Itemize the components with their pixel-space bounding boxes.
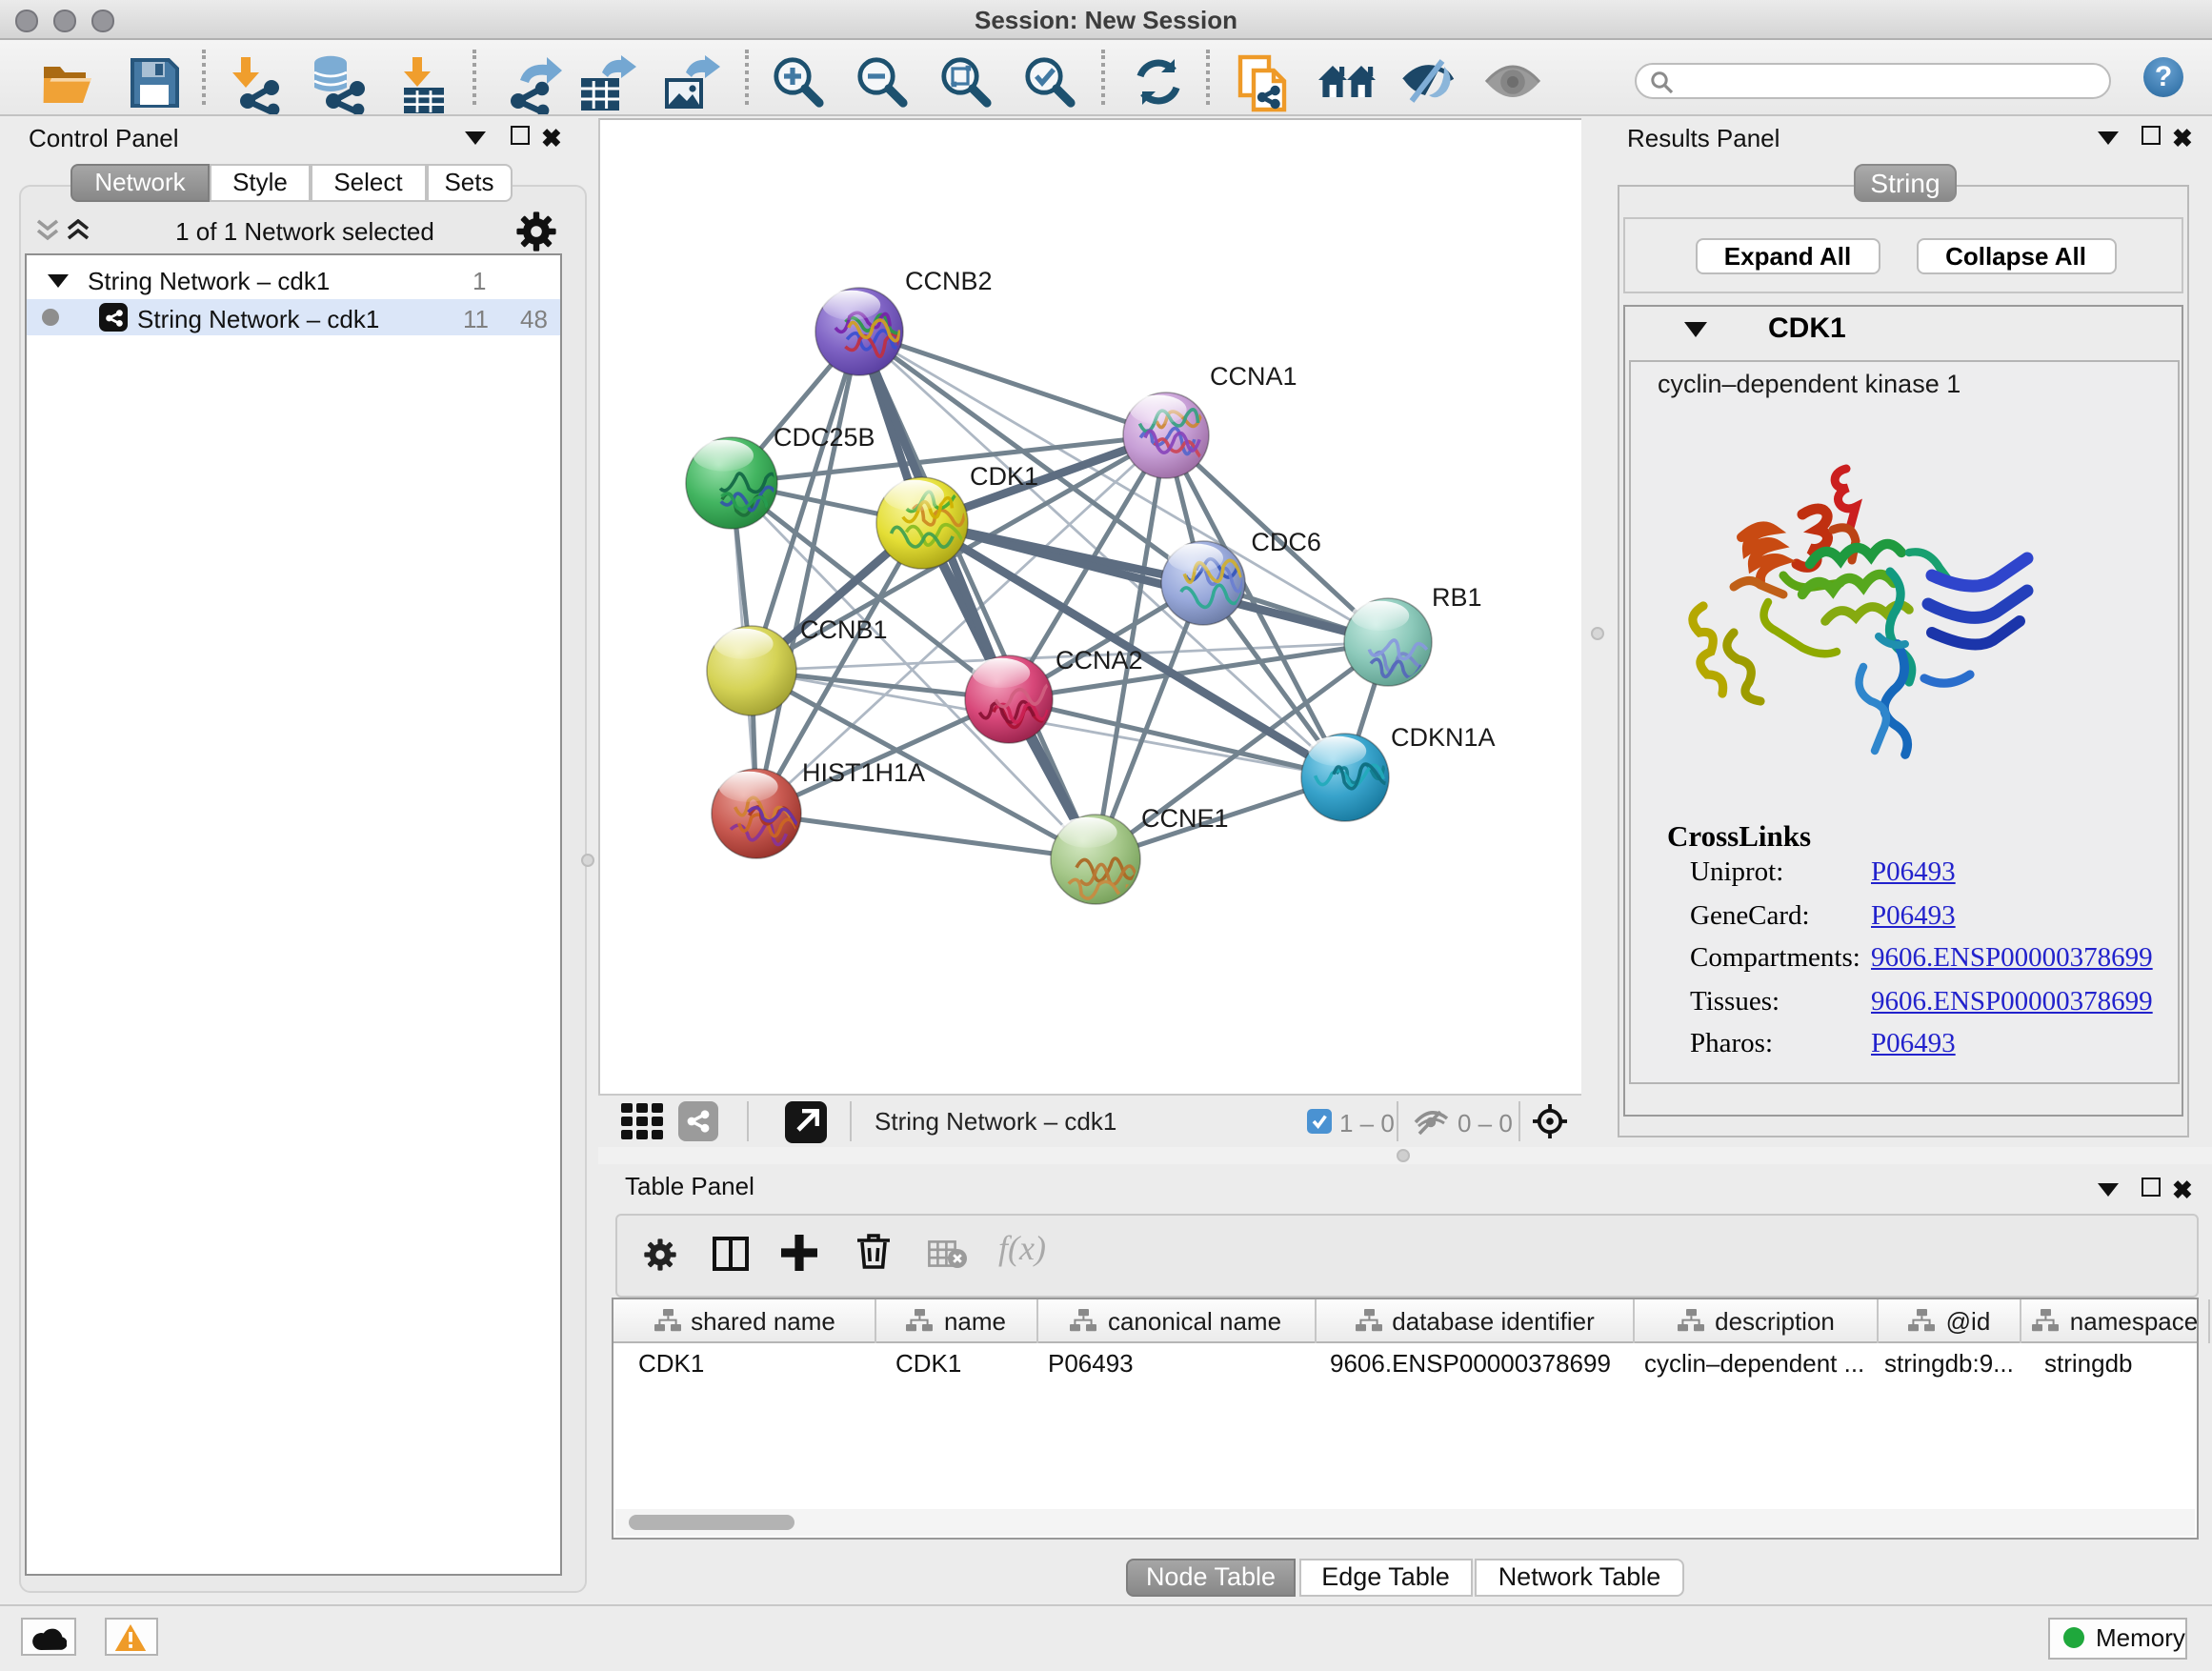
- svg-text:RB1: RB1: [1432, 583, 1482, 612]
- svg-text:CDC6: CDC6: [1251, 528, 1321, 556]
- svg-text:HIST1H1A: HIST1H1A: [802, 758, 925, 787]
- svg-text:CCNB2: CCNB2: [905, 267, 993, 295]
- svg-text:CCNE1: CCNE1: [1141, 804, 1229, 833]
- svg-text:CCNB1: CCNB1: [800, 615, 888, 644]
- svg-text:CCNA1: CCNA1: [1210, 362, 1297, 391]
- svg-text:CDK1: CDK1: [970, 462, 1038, 491]
- svg-text:CCNA2: CCNA2: [1056, 646, 1143, 674]
- svg-text:CDKN1A: CDKN1A: [1391, 723, 1496, 752]
- svg-text:CDC25B: CDC25B: [774, 423, 875, 452]
